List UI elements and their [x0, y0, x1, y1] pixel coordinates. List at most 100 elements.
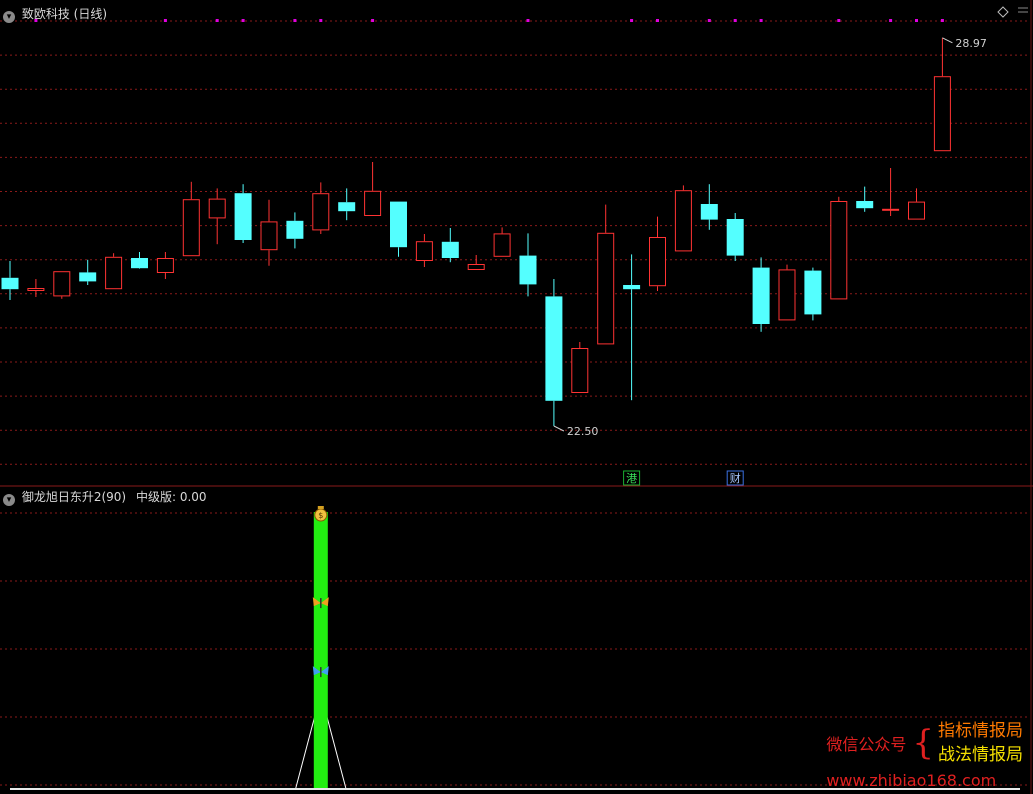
signal-dot — [837, 19, 841, 22]
watermark-wechat: 微信公众号 — [826, 735, 907, 754]
candle-body — [1, 277, 19, 290]
brace-icon: { — [912, 723, 934, 763]
signal-dot — [163, 19, 167, 22]
candle-body — [208, 198, 226, 219]
candle — [208, 188, 226, 245]
candle-body — [830, 201, 848, 300]
candle-body — [649, 237, 666, 287]
candle-body — [79, 272, 97, 282]
money-bag-glyph: $ — [318, 511, 323, 520]
signal-dot — [371, 19, 375, 22]
candle-body — [908, 201, 925, 220]
indicator-name[interactable]: 御龙旭日东升2(90) — [22, 490, 126, 504]
signal-dot — [889, 19, 893, 22]
indicator-pane-icon[interactable] — [1018, 7, 1028, 13]
signal-dot — [940, 19, 944, 22]
candle — [156, 252, 174, 279]
candle — [260, 199, 278, 266]
candle — [778, 264, 796, 321]
chart-header: ▾ 致欧科技 (日线) — [3, 5, 107, 23]
candle-body — [933, 76, 951, 152]
candle-body — [467, 264, 485, 270]
signal-dot — [630, 19, 634, 22]
candle-body — [571, 348, 589, 393]
candle-body — [131, 258, 148, 269]
candle-body — [105, 256, 123, 290]
chart-stage: 28.9722.50 港财 $ — [0, 0, 1033, 794]
candle — [752, 257, 770, 332]
candle-body — [778, 269, 796, 321]
money-bag-icon: $ — [314, 506, 328, 522]
watermark-line1: 指标情报局 — [938, 721, 1023, 741]
candle — [415, 234, 433, 267]
event-markers: 港财 — [623, 470, 744, 486]
diamond-icon[interactable] — [997, 6, 1009, 18]
candle-body — [623, 285, 641, 290]
candle — [182, 181, 200, 257]
indicator-header: ▾ 御龙旭日东升2(90) 中级版: 0.00 — [3, 488, 207, 506]
signal-dot — [733, 19, 737, 22]
candle — [338, 188, 356, 221]
candle — [649, 216, 666, 291]
candle — [571, 342, 589, 393]
candle — [79, 259, 97, 285]
signal-dot — [241, 19, 245, 22]
candle-body — [312, 193, 330, 231]
candle — [467, 255, 485, 270]
candle — [856, 186, 874, 212]
candle — [131, 252, 148, 269]
chevron-down-icon[interactable]: ▾ — [3, 494, 15, 506]
candle — [545, 279, 563, 426]
candle-body — [364, 190, 382, 217]
candle-body — [441, 241, 459, 258]
chevron-down-icon[interactable]: ▾ — [3, 11, 15, 23]
candle-body — [856, 201, 874, 209]
signal-dot — [215, 19, 219, 22]
signal-bar — [313, 512, 328, 788]
signal-dot — [759, 19, 763, 22]
signal-dot — [526, 19, 530, 22]
watermark-url: www.zhibiao168.com — [826, 771, 997, 790]
main-gridlines — [0, 20, 1030, 465]
candle-body — [882, 208, 900, 211]
candle — [493, 227, 511, 257]
candlestick-series — [1, 37, 951, 426]
period-label[interactable]: (日线) — [74, 7, 107, 21]
candle — [105, 253, 123, 290]
candle-body — [804, 270, 822, 315]
signal-dot — [319, 19, 323, 22]
candle — [234, 184, 252, 243]
candle-body — [415, 241, 433, 261]
high-price-label: 28.97 — [955, 37, 987, 50]
candle-body — [700, 204, 718, 220]
candle-body — [597, 232, 615, 345]
candle-body — [493, 233, 511, 257]
indicator-field-label: 中级版: — [135, 490, 176, 504]
stock-title: 致欧科技 — [21, 7, 70, 21]
event-mark-label: 财 — [730, 471, 741, 485]
candle-body — [234, 193, 252, 240]
candle-body — [182, 199, 200, 257]
candle-body — [338, 202, 356, 212]
candle — [674, 185, 692, 252]
candle — [53, 271, 71, 299]
candle — [312, 182, 330, 234]
candle-body — [752, 267, 770, 324]
signal-dot — [707, 19, 711, 22]
candle-body — [545, 296, 563, 401]
candle-body — [390, 201, 407, 248]
watermark: 微信公众号 { 指标情报局 战法情报局 www.zhibiao168.com — [826, 719, 1023, 790]
event-mark-label: 港 — [626, 472, 637, 485]
candle — [286, 212, 304, 249]
candle — [804, 267, 822, 321]
candle — [726, 213, 744, 261]
candle — [908, 188, 925, 220]
candle — [441, 228, 459, 263]
candle-body — [519, 255, 537, 285]
candle — [519, 233, 537, 297]
candle — [623, 254, 641, 401]
candle-body — [286, 220, 304, 239]
signal-dot — [656, 19, 659, 22]
watermark-line2: 战法情报局 — [938, 745, 1023, 765]
candle-body — [27, 288, 45, 291]
